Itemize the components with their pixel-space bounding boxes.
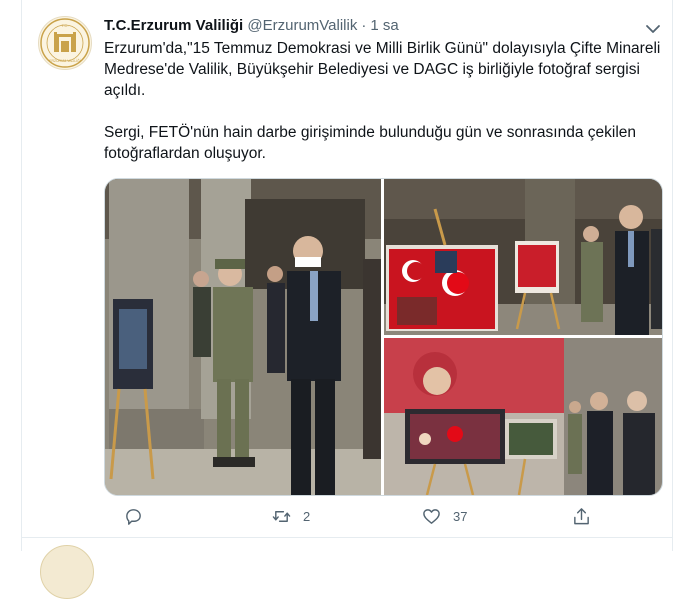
erzurum-valiligi-logo: T.C. ERZURUM VALİLİĞİ <box>40 18 90 68</box>
next-tweet-avatar[interactable] <box>40 545 94 599</box>
share-button[interactable] <box>572 504 591 528</box>
reply-icon <box>126 508 141 525</box>
photo-exhibition-opening[interactable] <box>105 179 381 495</box>
separator-dot: · <box>361 17 367 34</box>
tweet-header: T.C.Erzurum Valiliği @ErzurumValilik · 1 s… <box>104 16 664 38</box>
tweet-paragraph: Sergi, FETÖ'nün hain darbe girişiminde b… <box>104 124 637 162</box>
tweet-paragraph: Erzurum'da,"15 Temmuz Demokrasi ve Milli… <box>104 40 661 99</box>
heart-icon <box>423 508 440 524</box>
svg-text:ERZURUM VALİLİĞİ: ERZURUM VALİLİĞİ <box>49 58 80 63</box>
tweet-actions: 2 37 <box>104 504 604 530</box>
media-grid[interactable] <box>104 178 663 496</box>
tweet[interactable]: T.C. ERZURUM VALİLİĞİ T.C.Erzurum Valili… <box>22 0 672 537</box>
author-name[interactable]: T.C.Erzurum Valiliği <box>104 17 243 34</box>
retweet-count: 2 <box>303 508 311 524</box>
tweet-divider <box>22 537 672 538</box>
tweet-text: Erzurum'da,"15 Temmuz Demokrasi ve Milli… <box>104 38 674 164</box>
retweet-button[interactable]: 2 <box>272 504 310 528</box>
photo-exhibition-visitors[interactable] <box>384 179 662 335</box>
avatar[interactable]: T.C. ERZURUM VALİLİĞİ <box>38 16 92 70</box>
more-button[interactable] <box>642 18 664 40</box>
like-button[interactable]: 37 <box>422 504 467 528</box>
timestamp[interactable]: 1 sa <box>370 17 398 34</box>
chevron-down-icon <box>646 25 660 33</box>
reply-button[interactable] <box>124 504 155 528</box>
photo-exhibition-hall[interactable] <box>384 338 662 495</box>
like-count: 37 <box>453 508 468 524</box>
author-handle[interactable]: @ErzurumValilik <box>247 17 357 34</box>
svg-text:T.C.: T.C. <box>61 23 68 28</box>
retweet-icon <box>272 510 291 522</box>
share-icon <box>574 507 589 524</box>
